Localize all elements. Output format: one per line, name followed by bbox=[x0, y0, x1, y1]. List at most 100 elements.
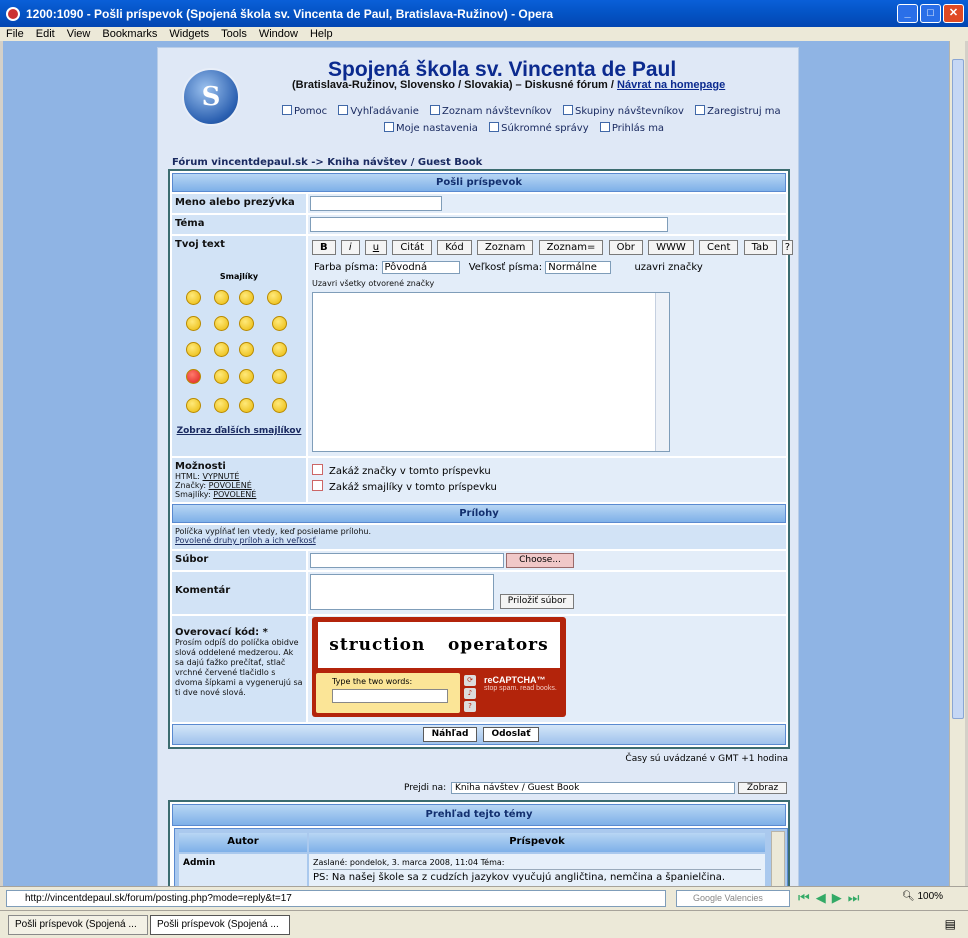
address-status-bar: http://vincentdepaul.sk/forum/posting.ph… bbox=[0, 886, 968, 910]
groups-icon bbox=[563, 105, 573, 115]
scroll-thumb[interactable] bbox=[952, 59, 964, 719]
menu-widgets[interactable]: Widgets bbox=[163, 28, 215, 40]
smiley-icon[interactable] bbox=[214, 290, 229, 305]
file-input[interactable] bbox=[310, 553, 504, 568]
smiley-icon[interactable] bbox=[239, 369, 254, 384]
audio-icon[interactable]: ♪ bbox=[464, 688, 476, 699]
zoom-level[interactable]: 🔍︎ 100% bbox=[902, 891, 943, 902]
attachments-header: Prílohy bbox=[172, 504, 786, 523]
help-icon[interactable]: ? bbox=[464, 701, 476, 712]
close-all-tags-link[interactable]: Uzavri všetky otvorené značky bbox=[312, 279, 434, 288]
textarea-scrollbar[interactable] bbox=[655, 293, 669, 451]
url-button[interactable]: WWW bbox=[648, 240, 694, 255]
image-button[interactable]: Obr bbox=[608, 240, 643, 255]
nav-register[interactable]: Zaregistruj ma bbox=[695, 105, 781, 117]
smiley-icon[interactable] bbox=[272, 369, 287, 384]
underline-button[interactable]: u bbox=[364, 240, 388, 255]
captcha-input[interactable] bbox=[332, 689, 448, 703]
review-scrollbar[interactable] bbox=[771, 831, 785, 886]
disable-smilies-checkbox[interactable] bbox=[312, 480, 323, 491]
site-subtitle: (Bratislava-Ružinov, Slovensko / Slovaki… bbox=[292, 79, 726, 91]
comment-textarea[interactable] bbox=[310, 574, 494, 610]
message-textarea[interactable] bbox=[312, 292, 670, 452]
ordered-list-button[interactable]: Zoznam= bbox=[538, 240, 604, 255]
captcha-word-2: operators bbox=[447, 635, 549, 655]
allowed-types-link[interactable]: Povolené druhy príloh a ich veľkosť bbox=[175, 536, 783, 545]
maximize-button[interactable]: □ bbox=[920, 4, 941, 23]
menu-file[interactable]: File bbox=[0, 28, 30, 40]
help-icon[interactable]: ? bbox=[781, 240, 793, 255]
nav-login[interactable]: Prihlás ma bbox=[599, 122, 664, 134]
nav-help[interactable]: Pomoc bbox=[282, 105, 327, 117]
nav-search[interactable]: Vyhľadávanie bbox=[338, 105, 419, 117]
name-input[interactable] bbox=[310, 196, 442, 211]
bold-button[interactable]: B bbox=[312, 240, 336, 255]
angry-smiley-icon[interactable] bbox=[186, 369, 201, 384]
exclamation-smiley-icon[interactable] bbox=[272, 398, 287, 413]
smiley-icon[interactable] bbox=[272, 316, 287, 331]
tab-button[interactable]: Tab bbox=[743, 240, 777, 255]
size-select[interactable]: Normálne bbox=[545, 261, 612, 274]
captcha-word-1: struction bbox=[329, 635, 426, 655]
menu-tools[interactable]: Tools bbox=[215, 28, 253, 40]
code-button[interactable]: Kód bbox=[437, 240, 472, 255]
smiley-icon[interactable] bbox=[186, 398, 201, 413]
smiley-icon[interactable] bbox=[186, 316, 201, 331]
question-smiley-icon[interactable] bbox=[239, 398, 254, 413]
close-button[interactable]: ✕ bbox=[943, 4, 964, 23]
close-tags-link[interactable]: uzavri značky bbox=[634, 262, 702, 273]
menu-edit[interactable]: Edit bbox=[30, 28, 61, 40]
page-scrollbar[interactable] bbox=[949, 41, 965, 886]
refresh-icon[interactable]: ⟳ bbox=[464, 675, 476, 686]
navigation-arrows[interactable]: ⏮◀▶⏭ bbox=[798, 891, 865, 906]
text-editor-cell: B i u Citát Kód Zoznam Zoznam= Obr WWW C… bbox=[308, 236, 793, 456]
nav-messages[interactable]: Súkromné správy bbox=[489, 122, 589, 134]
choose-file-button[interactable]: Choose... bbox=[506, 553, 574, 568]
homepage-link[interactable]: Návrat na homepage bbox=[617, 79, 725, 91]
list-button[interactable]: Zoznam bbox=[476, 240, 534, 255]
address-field[interactable]: http://vincentdepaul.sk/forum/posting.ph… bbox=[6, 890, 666, 907]
italic-button[interactable]: i bbox=[340, 240, 360, 255]
smiley-icon[interactable] bbox=[239, 342, 254, 357]
jump-select[interactable]: Kniha návštev / Guest Book bbox=[451, 782, 736, 794]
smiley-icon[interactable] bbox=[239, 290, 254, 305]
search-field[interactable]: Google Valencies bbox=[676, 890, 790, 907]
quote-button[interactable]: Citát bbox=[392, 240, 433, 255]
smiley-icon[interactable] bbox=[214, 316, 229, 331]
trash-icon[interactable]: ▤ bbox=[945, 917, 956, 931]
topic-input[interactable] bbox=[310, 217, 668, 232]
file-label-cell: Súbor bbox=[172, 551, 306, 570]
attach-file-button[interactable]: Priložiť súbor bbox=[500, 594, 574, 609]
smiley-icon[interactable] bbox=[186, 290, 201, 305]
smiley-icon[interactable] bbox=[186, 342, 201, 357]
color-select[interactable]: Pôvodná bbox=[381, 261, 460, 274]
submit-button[interactable]: Odoslať bbox=[483, 727, 539, 742]
jump-button[interactable]: Zobraz bbox=[737, 782, 788, 794]
smiley-icon[interactable] bbox=[272, 342, 287, 357]
nav-groups[interactable]: Skupiny návštevníkov bbox=[563, 105, 684, 117]
more-smileys-link[interactable]: Zobraz ďalších smajlíkov bbox=[172, 426, 306, 436]
disable-smilies-option[interactable]: Zakáž smajlíky v tomto príspevku bbox=[312, 480, 497, 493]
smiley-icon[interactable] bbox=[214, 369, 229, 384]
smiley-icon[interactable] bbox=[214, 342, 229, 357]
minimize-button[interactable]: _ bbox=[897, 4, 918, 23]
nav-profile[interactable]: Moje nastavenia bbox=[384, 122, 478, 134]
font-options: Farba písma: Pôvodná Veľkosť písma: Norm… bbox=[314, 261, 703, 274]
breadcrumb[interactable]: Fórum vincentdepaul.sk -> Kniha návštev … bbox=[172, 157, 482, 168]
nav-memberlist[interactable]: Zoznam návštevníkov bbox=[430, 105, 552, 117]
tab-2-active[interactable]: Pošli príspevok (Spojená ... bbox=[150, 915, 290, 935]
tab-1[interactable]: Pošli príspevok (Spojená ... bbox=[8, 915, 148, 935]
smiley-icon[interactable] bbox=[239, 316, 254, 331]
smiley-icon[interactable] bbox=[267, 290, 282, 305]
menu-window[interactable]: Window bbox=[253, 28, 304, 40]
menu-help[interactable]: Help bbox=[304, 28, 339, 40]
menu-view[interactable]: View bbox=[61, 28, 97, 40]
window-title: 1200:1090 - Pošli príspevok (Spojená ško… bbox=[26, 6, 554, 21]
topic-field-cell bbox=[308, 215, 786, 234]
disable-bbcode-option[interactable]: Zakáž značky v tomto príspevku bbox=[312, 464, 491, 477]
preview-button[interactable]: Náhľad bbox=[423, 727, 477, 742]
smiley-icon[interactable] bbox=[214, 398, 229, 413]
center-button[interactable]: Cent bbox=[698, 240, 739, 255]
disable-bbcode-checkbox[interactable] bbox=[312, 464, 323, 475]
menu-bookmarks[interactable]: Bookmarks bbox=[96, 28, 163, 40]
